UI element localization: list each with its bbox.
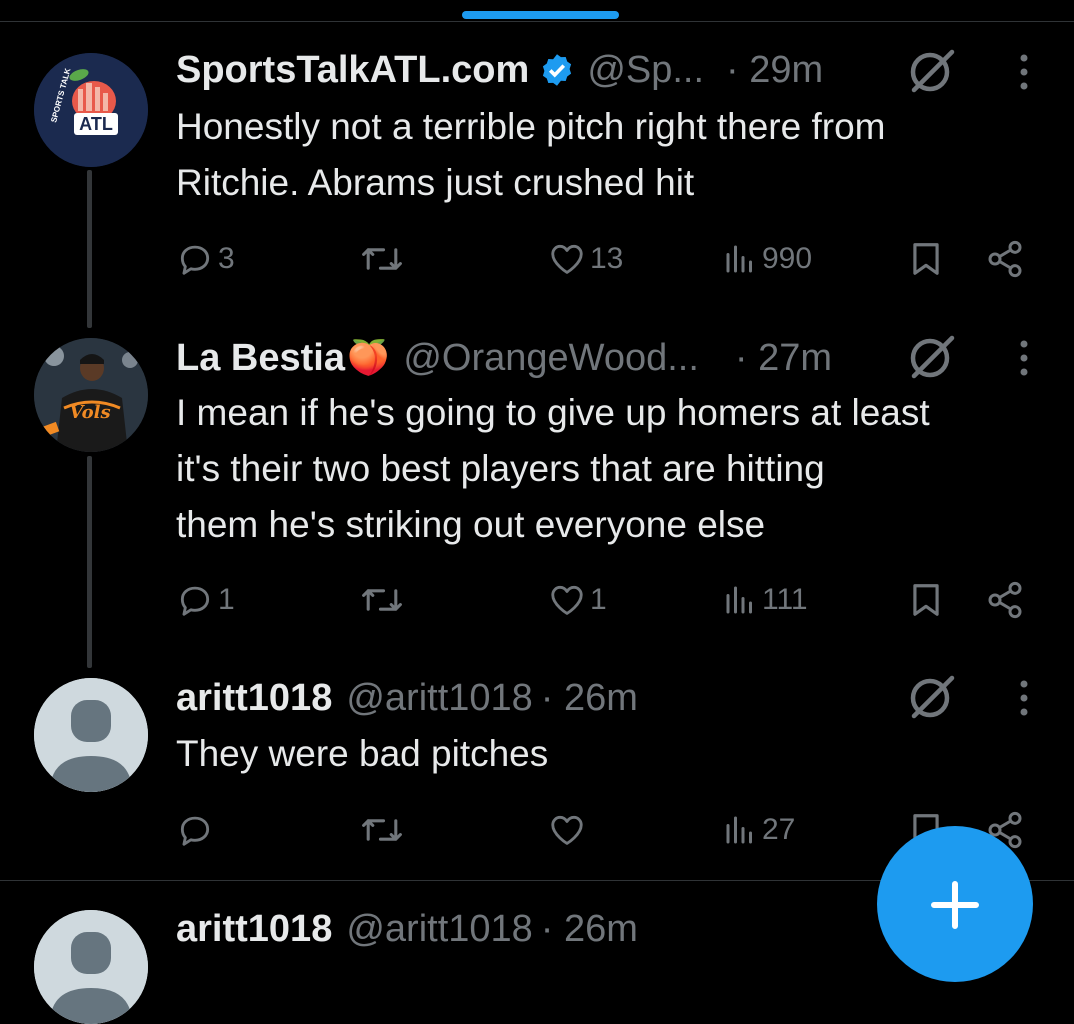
heart-icon — [551, 244, 583, 274]
timestamp[interactable]: · 26m — [541, 908, 638, 951]
like-button[interactable]: 13 — [548, 239, 623, 279]
svg-text:ATL: ATL — [79, 114, 113, 134]
views-icon — [726, 816, 752, 844]
reply-button[interactable]: 1 — [176, 580, 235, 620]
thread-line — [87, 456, 92, 668]
repost-icon — [362, 248, 402, 270]
display-name[interactable]: aritt1018 — [176, 908, 332, 951]
svg-text:Vols: Vols — [69, 402, 110, 423]
avatar[interactable]: ATL SPORTS TALK — [34, 53, 148, 167]
default-avatar-icon — [34, 678, 148, 792]
avatar[interactable]: Vols — [34, 338, 148, 452]
tweet-text: They were bad pitches — [176, 733, 549, 774]
compose-button[interactable] — [877, 826, 1033, 982]
verified-badge-icon — [539, 52, 575, 88]
like-button[interactable]: 1 — [548, 580, 607, 620]
view-count: 27 — [762, 813, 796, 846]
share-icon — [988, 581, 1022, 619]
grok-icon[interactable] — [904, 42, 960, 98]
timestamp[interactable]: · 26m — [541, 677, 638, 720]
like-button[interactable] — [548, 810, 586, 850]
repost-icon — [362, 819, 402, 841]
thread-line — [87, 170, 92, 328]
grok-icon[interactable] — [904, 328, 960, 384]
like-count: 13 — [590, 242, 624, 275]
tweet-header: aritt1018 @aritt1018 · 26m — [176, 673, 638, 723]
display-name[interactable]: aritt1018 — [176, 677, 332, 720]
views-button[interactable]: 111 — [722, 580, 808, 620]
avatar[interactable] — [34, 910, 148, 1024]
peach-emoji: 🍑 — [346, 339, 390, 377]
share-button[interactable] — [985, 580, 1025, 620]
bookmark-icon — [913, 584, 939, 616]
tweet-header: La Bestia 🍑 @OrangeWood... · 27m — [176, 333, 832, 383]
bookmark-icon — [913, 243, 939, 275]
user-handle[interactable]: @OrangeWood... — [403, 337, 699, 380]
reply-count: 3 — [218, 242, 235, 275]
more-icon[interactable] — [1017, 52, 1031, 96]
more-icon[interactable] — [1017, 678, 1031, 722]
more-icon[interactable] — [1017, 338, 1031, 382]
tab-indicator — [462, 11, 619, 19]
timestamp[interactable]: · 27m — [735, 337, 832, 380]
reply-icon — [180, 586, 210, 616]
reply-icon — [180, 816, 210, 846]
tweet-header: aritt1018 @aritt1018 · 26m — [176, 904, 638, 954]
sportstalkatl-logo: ATL SPORTS TALK — [34, 53, 148, 167]
views-button[interactable]: 27 — [722, 810, 795, 850]
bookmark-button[interactable] — [907, 239, 945, 279]
player-photo: Vols — [34, 338, 148, 452]
plus-icon — [931, 881, 979, 929]
share-icon — [988, 240, 1022, 278]
like-count: 1 — [590, 583, 607, 616]
bookmark-button[interactable] — [907, 580, 945, 620]
top-divider — [0, 21, 1074, 22]
view-count: 111 — [762, 583, 808, 616]
views-icon — [726, 586, 752, 614]
heart-icon — [551, 815, 583, 845]
default-avatar-icon — [34, 910, 148, 1024]
tweet-header: SportsTalkATL.com @Sp... · 29m — [176, 45, 823, 95]
grok-icon[interactable] — [904, 668, 960, 724]
timestamp[interactable]: · 29m — [726, 49, 823, 92]
reply-button[interactable]: 3 — [176, 239, 235, 279]
reply-button[interactable] — [176, 810, 214, 850]
user-handle[interactable]: @aritt1018 — [346, 677, 532, 720]
repost-button[interactable] — [359, 580, 405, 620]
display-name[interactable]: SportsTalkATL.com — [176, 49, 529, 92]
repost-button[interactable] — [359, 239, 405, 279]
reply-icon — [180, 245, 210, 275]
reply-count: 1 — [218, 583, 235, 616]
share-button[interactable] — [985, 239, 1025, 279]
tweet-text: I mean if he's going to give up homers a… — [176, 392, 930, 545]
display-name[interactable]: La Bestia — [176, 337, 345, 380]
repost-icon — [362, 589, 402, 611]
view-count: 990 — [762, 242, 813, 275]
user-handle[interactable]: @Sp... — [587, 49, 704, 92]
repost-button[interactable] — [359, 810, 405, 850]
user-handle[interactable]: @aritt1018 — [346, 908, 532, 951]
heart-icon — [551, 585, 583, 615]
views-icon — [726, 245, 752, 273]
avatar[interactable] — [34, 678, 148, 792]
tweet-text: Honestly not a terrible pitch right ther… — [176, 106, 886, 203]
views-button[interactable]: 990 — [722, 239, 812, 279]
